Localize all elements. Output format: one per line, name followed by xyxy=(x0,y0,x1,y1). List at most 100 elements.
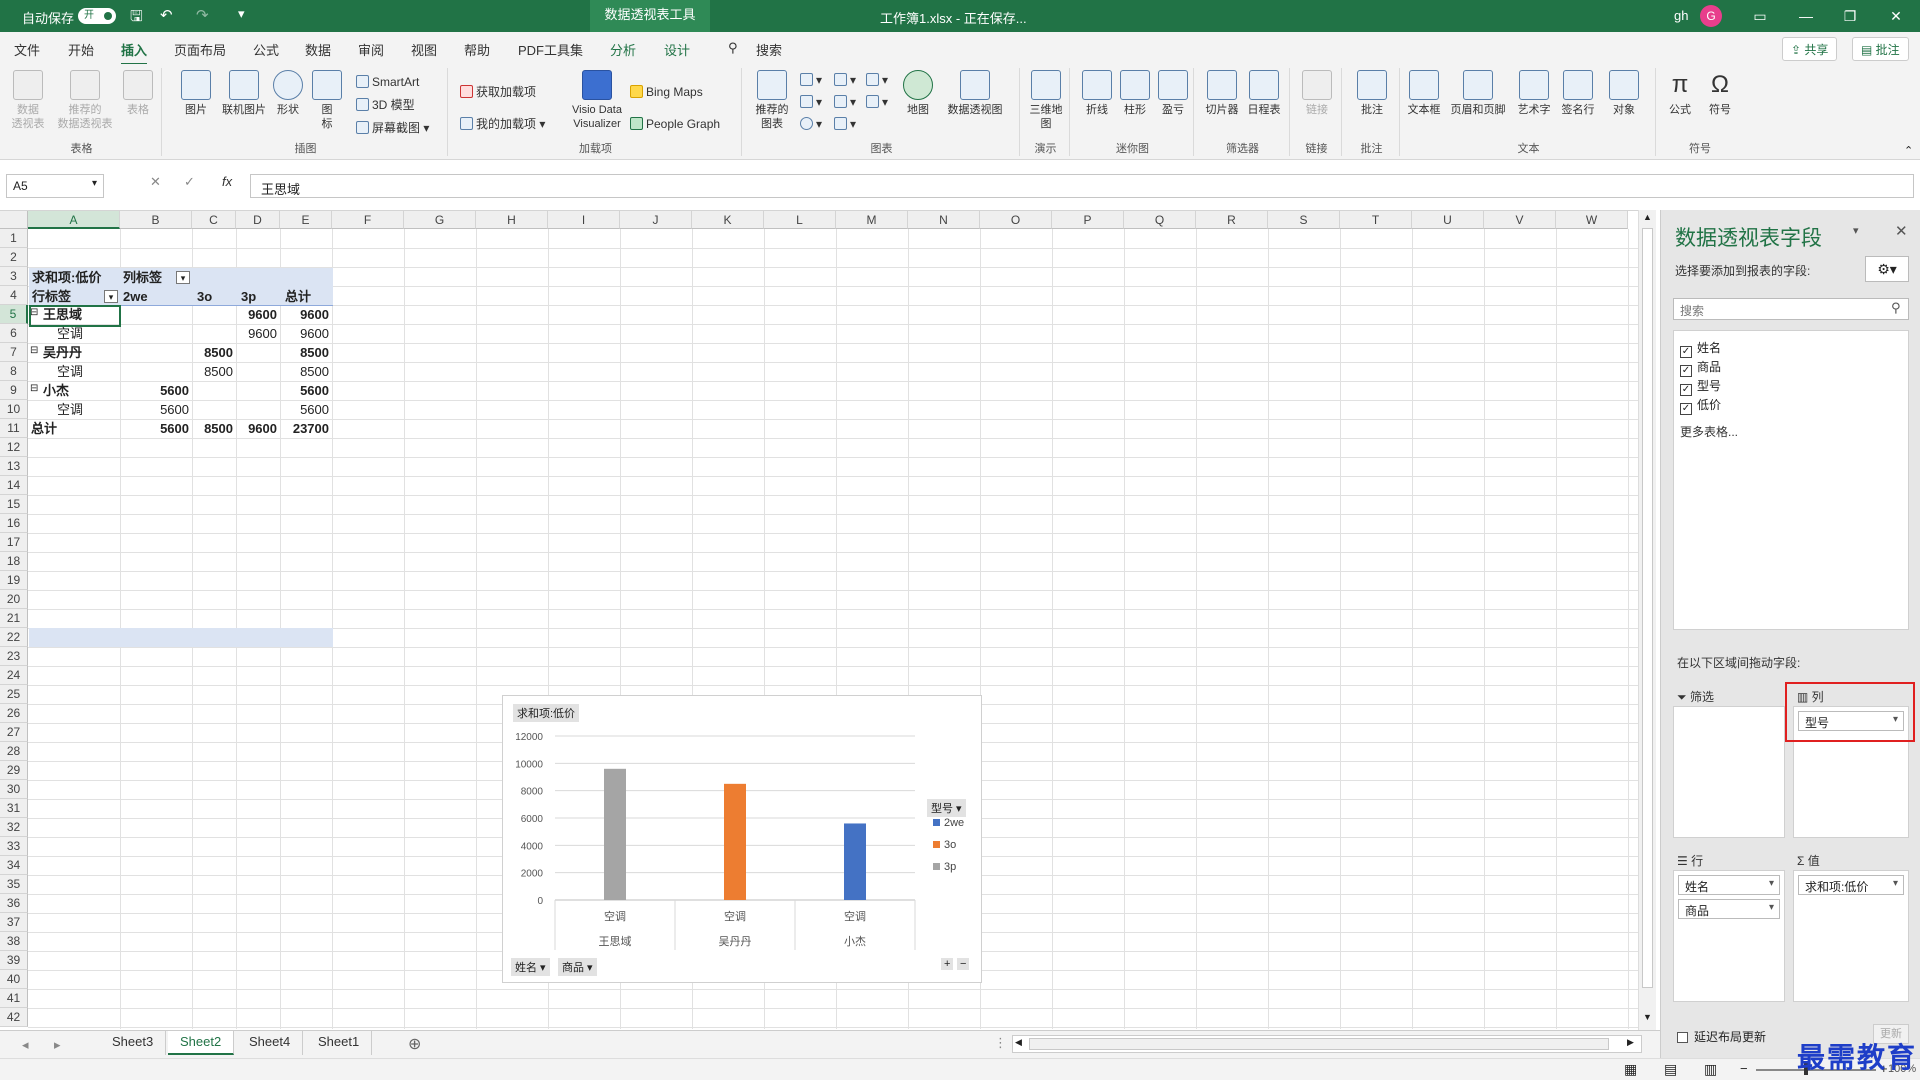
row-header[interactable]: 8 xyxy=(0,362,28,381)
row-header[interactable]: 23 xyxy=(0,647,28,666)
row-filter-dropdown-icon[interactable]: ▾ xyxy=(104,290,118,303)
row-header[interactable]: 6 xyxy=(0,324,28,343)
link-button[interactable]: 链接 xyxy=(1298,70,1336,117)
people-graph-button[interactable]: People Graph xyxy=(630,116,720,132)
page-layout-view-icon[interactable]: ▤ xyxy=(1664,1061,1677,1078)
column-header[interactable]: L xyxy=(764,211,836,229)
recommended-charts-button[interactable]: 推荐的 图表 xyxy=(750,70,794,131)
enter-icon[interactable]: ✓ xyxy=(184,174,195,198)
customize-qat-icon[interactable]: ▾ xyxy=(238,6,245,22)
signature-line-button[interactable]: 签名行 xyxy=(1556,70,1600,117)
pivot-value-cell[interactable] xyxy=(120,362,192,381)
visio-visualizer-button[interactable]: Visio Data Visualizer xyxy=(562,70,632,131)
name-box[interactable]: A5 xyxy=(6,174,104,198)
cancel-icon[interactable]: ✕ xyxy=(150,174,161,198)
pivot-value-cell[interactable]: 9600 xyxy=(280,324,332,343)
pivot-col-label[interactable]: 列标签 xyxy=(120,268,165,287)
column-header[interactable]: E xyxy=(280,211,332,229)
pivot-value-cell[interactable] xyxy=(236,400,280,419)
pie-chart-icon[interactable]: ▾ xyxy=(800,116,822,132)
pivot-value-cell[interactable]: 8500 xyxy=(192,343,236,362)
defer-layout-update[interactable]: 延迟布局更新 xyxy=(1677,1028,1766,1045)
row-field-chip[interactable]: 姓名 xyxy=(1678,875,1780,895)
pivot-row-item[interactable]: 空调 xyxy=(54,362,86,381)
next-sheet-icon[interactable]: ▸ xyxy=(54,1037,61,1053)
tab-home[interactable]: 开始 xyxy=(68,40,94,59)
tab-split-handle-icon[interactable]: ⋮ xyxy=(994,1035,1007,1051)
pivot-value-cell[interactable] xyxy=(192,324,236,343)
column-header[interactable]: D xyxy=(236,211,280,229)
pivot-value-cell[interactable] xyxy=(192,381,236,400)
column-header[interactable]: W xyxy=(1556,211,1628,229)
header-footer-button[interactable]: 页眉和页脚 xyxy=(1446,70,1510,117)
textbox-button[interactable]: 文本框 xyxy=(1404,70,1444,117)
pivot-row-group[interactable]: 小杰 xyxy=(40,381,72,400)
col-filter-dropdown-icon[interactable]: ▾ xyxy=(176,271,190,284)
column-header[interactable]: G xyxy=(404,211,476,229)
restore-icon[interactable]: ❐ xyxy=(1830,4,1870,28)
page-break-view-icon[interactable]: ▥ xyxy=(1704,1061,1717,1078)
tab-pdf-tools[interactable]: PDF工具集 xyxy=(518,40,583,59)
row-header[interactable]: 35 xyxy=(0,875,28,894)
recommended-pivot-button[interactable]: 推荐的 数据透视表 xyxy=(50,70,120,131)
column-header[interactable]: H xyxy=(476,211,548,229)
row-header[interactable]: 34 xyxy=(0,856,28,875)
tab-design[interactable]: 设计 xyxy=(664,40,690,59)
row-header[interactable]: 41 xyxy=(0,989,28,1008)
pivot-value-cell[interactable]: 9600 xyxy=(236,305,280,324)
row-header[interactable]: 39 xyxy=(0,951,28,970)
close-pane-icon[interactable]: ✕ xyxy=(1895,222,1908,240)
timeline-button[interactable]: 日程表 xyxy=(1244,70,1284,117)
collapse-toggle-icon[interactable]: ⊟ xyxy=(30,383,38,394)
row-header[interactable]: 15 xyxy=(0,495,28,514)
values-area[interactable]: 求和项:低价 xyxy=(1793,870,1909,1002)
row-header[interactable]: 38 xyxy=(0,932,28,951)
column-header[interactable]: T xyxy=(1340,211,1412,229)
scatter-chart-icon[interactable]: ▾ xyxy=(834,116,856,132)
pivot-col-header[interactable]: 3p xyxy=(238,287,259,306)
column-header[interactable]: C xyxy=(192,211,236,229)
row-header[interactable]: 10 xyxy=(0,400,28,419)
axis-field-button-name[interactable]: 姓名 ▾ xyxy=(511,958,550,976)
column-header[interactable]: Q xyxy=(1124,211,1196,229)
pivot-value-cell[interactable] xyxy=(192,305,236,324)
tab-view[interactable]: 视图 xyxy=(411,40,437,59)
pivot-value-cell[interactable] xyxy=(236,381,280,400)
column-header[interactable]: S xyxy=(1268,211,1340,229)
row-header[interactable]: 4 xyxy=(0,286,28,305)
worksheet-grid[interactable]: ABCDEFGHIJKLMNOPQRSTUVW 1 2 3 4 5 6 7 8 9 10 11 12 1… xyxy=(0,210,1638,1030)
row-header[interactable]: 12 xyxy=(0,438,28,457)
checkbox-checked[interactable]: ✓ xyxy=(1680,365,1692,377)
column-header[interactable]: J xyxy=(620,211,692,229)
row-header[interactable]: 1 xyxy=(0,229,28,248)
row-header[interactable]: 28 xyxy=(0,742,28,761)
close-icon[interactable]: ✕ xyxy=(1876,4,1916,28)
column-chart-icon[interactable]: ▾ xyxy=(800,72,822,88)
scroll-up-icon[interactable]: ▲ xyxy=(1643,212,1652,222)
comments-button[interactable]: ▤ 批注 xyxy=(1852,37,1909,61)
scroll-right-icon[interactable]: ▶ xyxy=(1627,1037,1634,1048)
column-header[interactable]: I xyxy=(548,211,620,229)
formula-input[interactable]: 王思域 xyxy=(250,174,1914,198)
insert-function-icon[interactable]: fx xyxy=(222,174,232,198)
row-header[interactable]: 37 xyxy=(0,913,28,932)
pivot-row-label[interactable]: 行标签 xyxy=(29,287,74,306)
row-header[interactable]: 17 xyxy=(0,533,28,552)
pivot-value-cell[interactable]: 5600 xyxy=(280,381,332,400)
pivotchart-button[interactable]: 数据透视图 xyxy=(940,70,1010,117)
slicer-button[interactable]: 切片器 xyxy=(1202,70,1242,117)
column-header[interactable]: B xyxy=(120,211,192,229)
sparkline-line-button[interactable]: 折线 xyxy=(1080,70,1114,117)
field-item-model[interactable]: ✓ 型号 xyxy=(1680,377,1721,396)
column-header[interactable]: F xyxy=(332,211,404,229)
collapse-toggle-icon[interactable]: ⊟ xyxy=(30,345,38,356)
row-header[interactable]: 31 xyxy=(0,799,28,818)
pivot-value-cell[interactable] xyxy=(120,305,192,324)
row-header[interactable]: 14 xyxy=(0,476,28,495)
collapse-ribbon-icon[interactable]: ⌃ xyxy=(1904,144,1913,157)
checkbox-checked[interactable]: ✓ xyxy=(1680,384,1692,396)
row-header[interactable]: 13 xyxy=(0,457,28,476)
sheet-tab-active[interactable]: Sheet2 xyxy=(168,1031,235,1055)
select-all-corner[interactable] xyxy=(0,211,28,229)
gear-icon[interactable]: ⚙▾ xyxy=(1865,256,1909,282)
